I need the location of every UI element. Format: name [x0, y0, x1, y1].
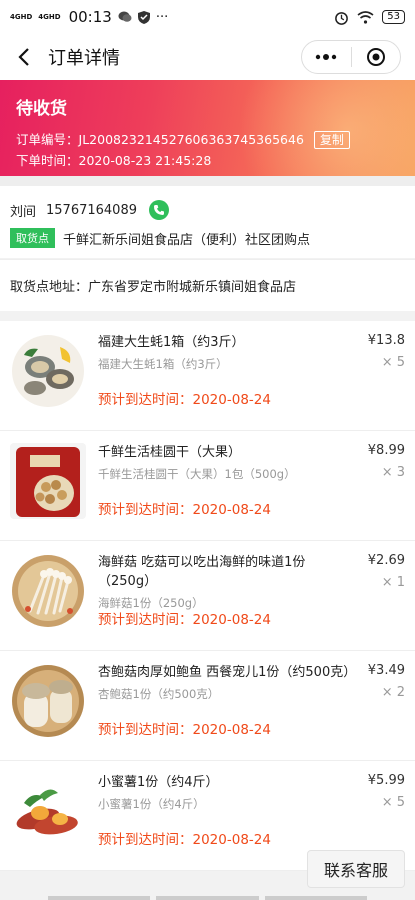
copy-button[interactable]: 复制 [313, 130, 350, 149]
list-item[interactable]: 福建大生蚝1箱（约3斤） 福建大生蚝1箱（约3斤） 预计到达时间：2020-08… [0, 321, 415, 431]
pickup-address: 取货点地址：广东省罗定市附城新乐镇间姐食品店 [0, 259, 415, 311]
signal-4g-icon-2: 4GHD [38, 12, 61, 21]
signal-4g-icon: 4GHD [10, 12, 33, 21]
item-quantity: × 3 [381, 465, 405, 480]
wechat-notify-icon [118, 11, 132, 22]
list-item[interactable]: 千鲜生活桂圆干（大果） 千鲜生活桂圆干（大果）1包（500g） 预计到达时间：2… [0, 431, 415, 541]
customer-phone: 15767164089 [46, 202, 137, 218]
item-eta: 预计到达时间：2020-08-24 [98, 392, 271, 408]
item-quantity: × 2 [381, 685, 405, 700]
item-spec: 杏鲍菇1份（约500克） [98, 687, 220, 701]
sweet-potato-image [10, 773, 86, 849]
more-dots-icon [316, 54, 337, 60]
order-time-label: 下单时间： [16, 153, 79, 168]
oyster-image [12, 335, 84, 407]
status-bar: 4GHD 4GHD 00:13 ··· 53 [0, 0, 415, 34]
item-name: 海鲜菇 吃菇可以吃出海鲜的味道1份（250g） [98, 555, 306, 589]
order-time: 2020-08-23 21:45:28 [78, 153, 212, 168]
contact-section: 刘间 15767164089 取货点 千鲜汇新乐间姐食品店（便利）社区团购点 [0, 186, 415, 258]
item-quantity: × 1 [381, 575, 405, 590]
item-quantity: × 5 [381, 355, 405, 370]
order-number: JL200823214527606363745365646 [78, 132, 304, 147]
item-spec: 千鲜生活桂圆干（大果）1包（500g） [98, 467, 296, 481]
order-number-label: 订单编号： [16, 132, 79, 147]
item-name: 杏鲍菇肉厚如鲍鱼 西餐宠儿1份（约500克） [98, 665, 357, 680]
pickup-point-tag: 取货点 [10, 228, 55, 248]
order-items-list: 福建大生蚝1箱（约3斤） 福建大生蚝1箱（约3斤） 预计到达时间：2020-08… [0, 321, 415, 871]
page-title: 订单详情 [48, 48, 120, 69]
item-eta: 预计到达时间：2020-08-24 [98, 722, 271, 738]
target-close-icon [366, 48, 385, 66]
contact-service-button[interactable]: 联系客服 [307, 850, 405, 888]
alarm-icon [335, 11, 349, 25]
shield-icon [137, 10, 150, 24]
item-name: 福建大生蚝1箱（约3斤） [98, 335, 245, 350]
order-status-banner: 待收货 订单编号： JL200823214527606363745365646 … [0, 80, 415, 176]
longan-image [10, 443, 86, 519]
list-item[interactable]: 海鲜菇 吃菇可以吃出海鲜的味道1份（250g） 海鲜菇1份（250g） 预计到达… [0, 541, 415, 651]
item-spec: 福建大生蚝1箱（约3斤） [98, 357, 228, 371]
item-eta: 预计到达时间：2020-08-24 [98, 612, 271, 628]
battery-icon: 53 [382, 10, 405, 24]
more-menu-button[interactable] [302, 41, 351, 73]
item-price: ¥2.69 [367, 553, 405, 568]
bottom-handle-bar [0, 896, 415, 900]
item-name: 小蜜薯1份（约4斤） [98, 775, 219, 790]
list-item[interactable]: 杏鲍菇肉厚如鲍鱼 西餐宠儿1份（约500克） 杏鲍菇1份（约500克） 预计到达… [0, 651, 415, 761]
item-eta: 预计到达时间：2020-08-24 [98, 502, 271, 518]
item-price: ¥13.8 [367, 333, 405, 348]
item-price: ¥3.49 [367, 663, 405, 678]
item-eta: 预计到达时间：2020-08-24 [98, 832, 271, 848]
item-price: ¥8.99 [367, 443, 405, 458]
wifi-icon [357, 10, 374, 24]
item-name: 千鲜生活桂圆干（大果） [98, 445, 242, 460]
back-arrow-icon[interactable] [14, 46, 36, 68]
pickup-store-name: 千鲜汇新乐间姐食品店（便利）社区团购点 [63, 232, 311, 248]
close-mini-program-button[interactable] [352, 41, 401, 73]
item-spec: 小蜜薯1份（约4斤） [98, 797, 205, 811]
item-quantity: × 5 [381, 795, 405, 810]
clock: 00:13 [68, 8, 112, 26]
more-notifications-icon: ··· [155, 9, 169, 25]
customer-name: 刘间 [10, 204, 37, 220]
mini-program-capsule [301, 40, 401, 74]
order-time-row: 下单时间： 2020-08-23 21:45:28 [16, 150, 399, 171]
phone-call-icon[interactable] [149, 200, 169, 220]
order-status: 待收货 [16, 99, 67, 119]
nav-bar: 订单详情 [0, 34, 415, 80]
mushroom-image [12, 555, 84, 627]
item-price: ¥5.99 [367, 773, 405, 788]
order-number-row: 订单编号： JL200823214527606363745365646 复制 [16, 129, 399, 150]
king-oyster-image [12, 665, 84, 737]
